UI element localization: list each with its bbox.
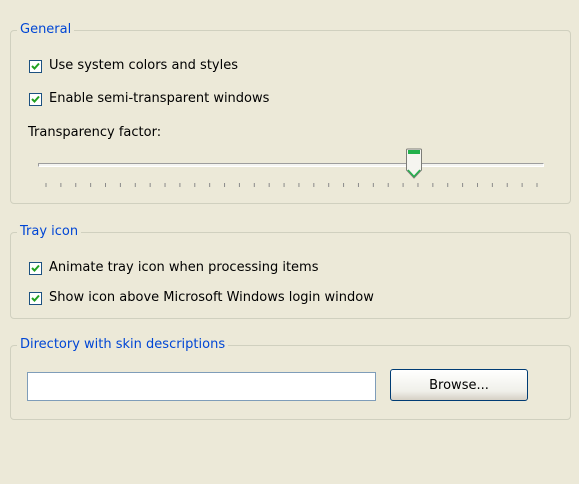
semi-transparent-label: Enable semi-transparent windows: [49, 91, 270, 106]
transparency-slider-track[interactable]: [38, 163, 544, 167]
show-above-login-label: Show icon above Microsoft Windows login …: [49, 290, 374, 305]
animate-tray-icon-label: Animate tray icon when processing items: [49, 260, 319, 275]
skin-directory-legend: Directory with skin descriptions: [17, 337, 229, 353]
skin-directory-input[interactable]: [27, 372, 376, 401]
checkmark-icon: [31, 95, 40, 103]
checkmark-icon: [31, 264, 40, 272]
show-above-login-checkbox[interactable]: Show icon above Microsoft Windows login …: [29, 289, 374, 307]
semi-transparent-checkbox[interactable]: Enable semi-transparent windows: [29, 90, 269, 108]
checkmark-icon: [31, 294, 40, 302]
general-legend: General: [17, 22, 75, 38]
checkmark-icon: [31, 62, 40, 70]
checkbox-box[interactable]: [29, 261, 42, 275]
browse-button[interactable]: Browse...: [390, 369, 528, 401]
animate-tray-icon-checkbox[interactable]: Animate tray icon when processing items: [29, 259, 319, 277]
transparency-factor-label: Transparency factor:: [28, 125, 162, 140]
checkbox-box[interactable]: [29, 92, 42, 106]
use-system-colors-checkbox[interactable]: Use system colors and styles: [29, 57, 238, 75]
tray-icon-legend: Tray icon: [17, 224, 82, 240]
transparency-slider-thumb[interactable]: [405, 148, 423, 182]
checkbox-box[interactable]: [29, 291, 42, 305]
checkbox-box[interactable]: [29, 59, 42, 73]
use-system-colors-label: Use system colors and styles: [49, 58, 239, 73]
